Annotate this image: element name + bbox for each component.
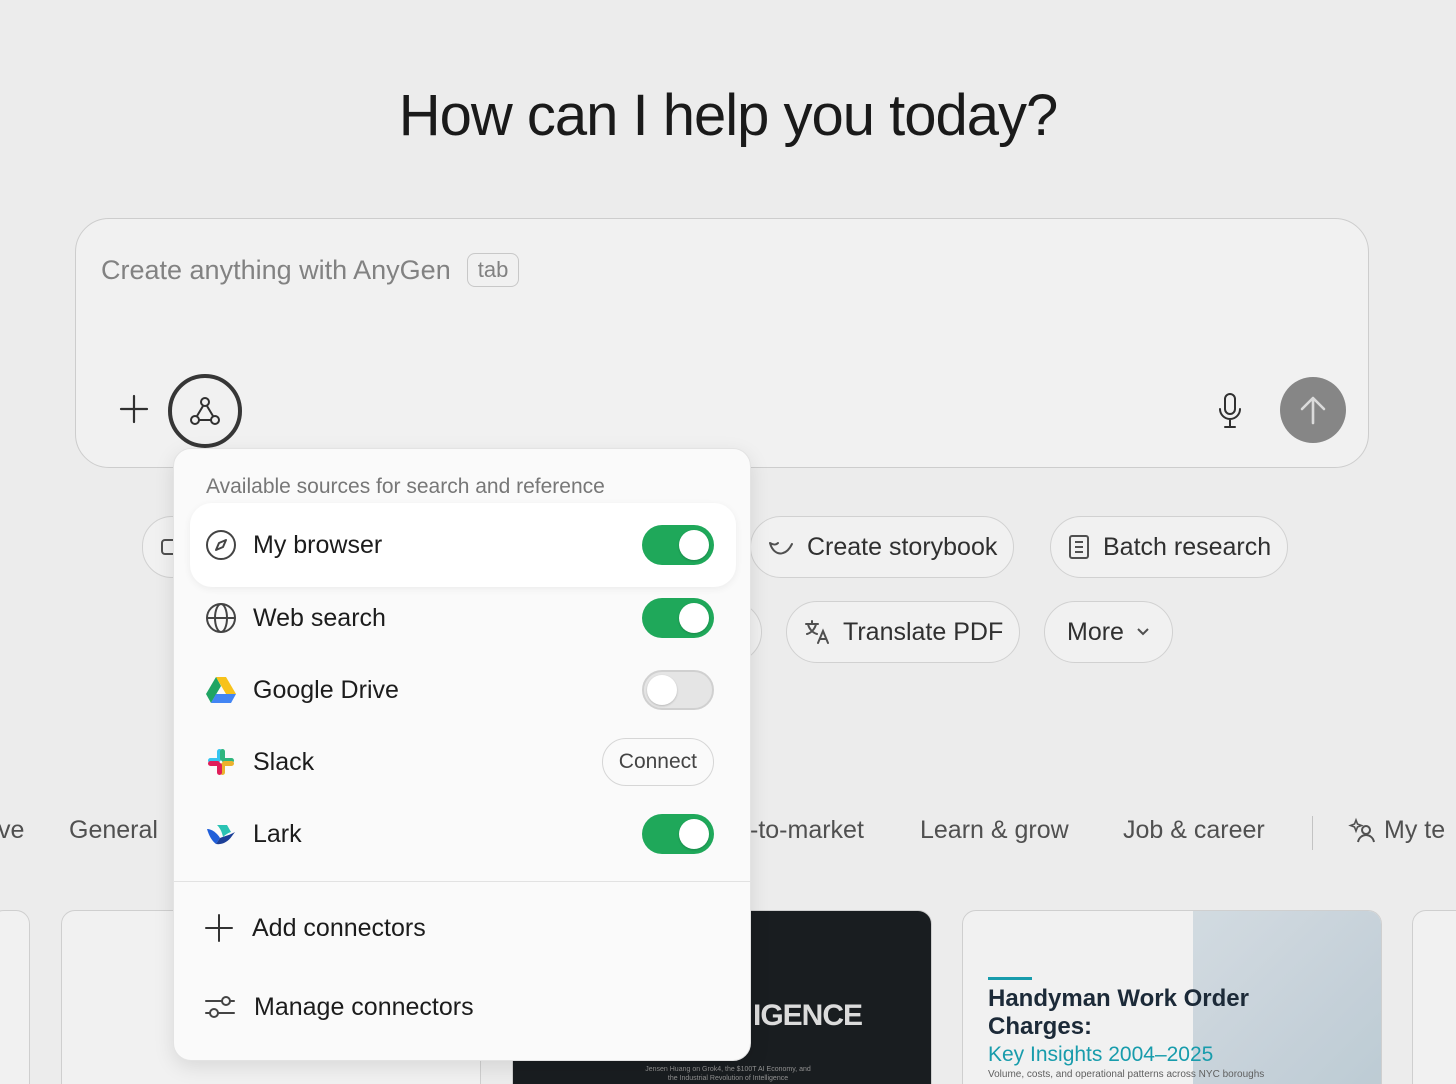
source-label: Web search [253,603,386,632]
sources-popover: Available sources for search and referen… [173,448,752,1061]
google-drive-icon [205,674,237,706]
page: How can I help you today? Create anythin… [0,0,1456,1084]
popover-divider [174,881,752,882]
source-label: Slack [253,747,315,776]
source-row-lark[interactable]: Lark [190,798,736,870]
lark-toggle[interactable] [642,814,714,854]
popover-header: Available sources for search and referen… [206,475,605,498]
action-label: Add connectors [252,913,426,942]
my-browser-toggle[interactable] [642,525,714,565]
source-row-my-browser[interactable]: My browser [190,503,736,587]
web-search-toggle[interactable] [642,598,714,638]
toggle-knob [679,603,709,633]
source-label: Google Drive [253,675,399,704]
action-label: Manage connectors [254,992,474,1021]
toggle-knob [679,819,709,849]
globe-icon [205,602,237,634]
lark-icon [205,818,237,850]
source-row-google-drive[interactable]: Google Drive [190,654,736,726]
toggle-knob [647,675,677,705]
source-row-slack[interactable]: Slack Connect [190,726,736,798]
google-drive-toggle[interactable] [642,670,714,710]
add-connectors-button[interactable]: Add connectors [204,903,426,953]
source-label: My browser [253,530,383,559]
toggle-knob [679,530,709,560]
compass-icon [205,529,237,561]
source-row-web-search[interactable]: Web search [190,582,736,654]
slack-icon [205,746,237,778]
slack-connect-button[interactable]: Connect [601,738,714,786]
plus-icon [205,914,233,942]
manage-connectors-button[interactable]: Manage connectors [204,982,474,1032]
sliders-icon [205,996,235,1018]
source-label: Lark [253,819,302,848]
